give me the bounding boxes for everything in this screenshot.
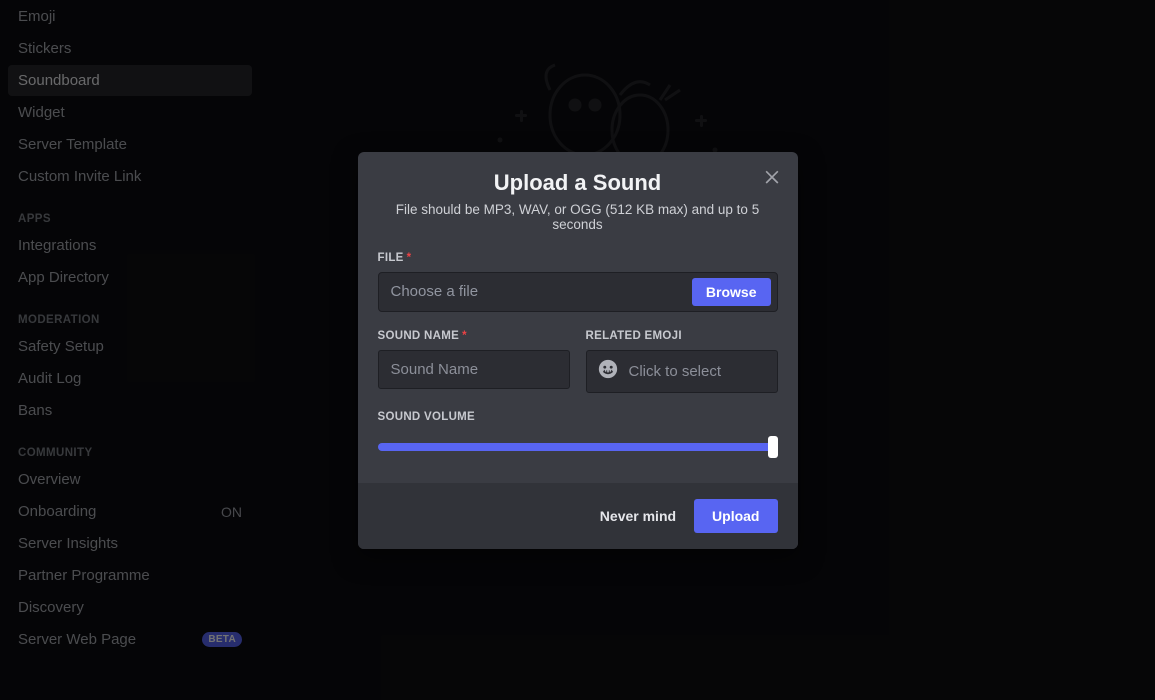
modal-overlay[interactable]: Upload a Sound File should be MP3, WAV, … [0,0,1155,700]
file-label: FILE* [378,252,778,264]
file-placeholder: Choose a file [391,283,692,300]
dialog-footer: Never mind Upload [358,483,798,549]
emoji-picker[interactable]: Click to select [586,350,778,393]
sound-name-input[interactable] [378,350,570,389]
volume-slider[interactable] [378,431,778,461]
file-picker[interactable]: Choose a file Browse [378,272,778,312]
slider-thumb[interactable] [768,436,778,458]
sound-volume-label: SOUND VOLUME [378,411,778,423]
sound-name-label: SOUND NAME* [378,330,570,342]
upload-sound-dialog: Upload a Sound File should be MP3, WAV, … [358,152,798,549]
close-icon[interactable] [762,166,782,191]
browse-button[interactable]: Browse [692,278,771,306]
emoji-placeholder: Click to select [629,363,722,380]
dialog-title: Upload a Sound [378,170,778,196]
related-emoji-label: RELATED EMOJI [586,330,778,342]
emoji-face-icon [597,358,619,385]
slider-track [378,443,778,451]
cancel-button[interactable]: Never mind [600,508,676,524]
dialog-subtitle: File should be MP3, WAV, or OGG (512 KB … [378,202,778,232]
upload-button[interactable]: Upload [694,499,777,533]
